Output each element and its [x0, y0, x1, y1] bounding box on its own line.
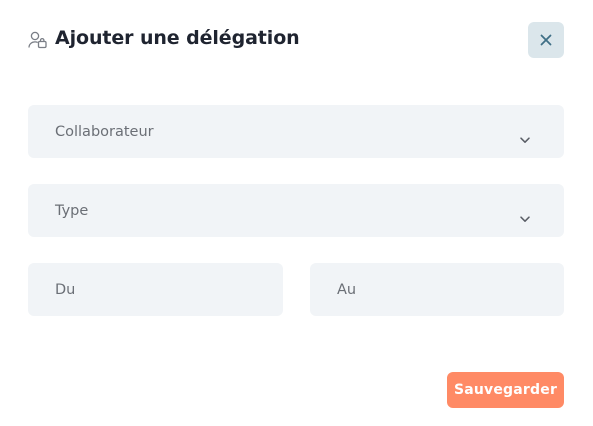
- dialog-header: Ajouter une délégation: [28, 22, 564, 58]
- start-date-placeholder: Du: [55, 281, 76, 298]
- user-delegate-icon: [28, 31, 47, 49]
- type-select[interactable]: Type: [28, 184, 564, 237]
- collaborator-select[interactable]: Collaborateur: [28, 105, 564, 158]
- close-icon: [540, 31, 552, 50]
- type-placeholder: Type: [55, 202, 89, 219]
- chevron-down-icon: [519, 208, 531, 222]
- dialog-title: Ajouter une délégation: [55, 27, 300, 49]
- delegation-dialog: Ajouter une délégation Collaborateur Typ…: [0, 0, 593, 426]
- end-date-placeholder: Au: [337, 281, 357, 298]
- close-button[interactable]: [528, 22, 564, 58]
- end-date-field[interactable]: Au: [310, 263, 564, 316]
- save-button[interactable]: Sauvegarder: [447, 372, 564, 408]
- chevron-down-icon: [519, 129, 531, 143]
- start-date-field[interactable]: Du: [28, 263, 283, 316]
- collaborator-placeholder: Collaborateur: [55, 123, 154, 140]
